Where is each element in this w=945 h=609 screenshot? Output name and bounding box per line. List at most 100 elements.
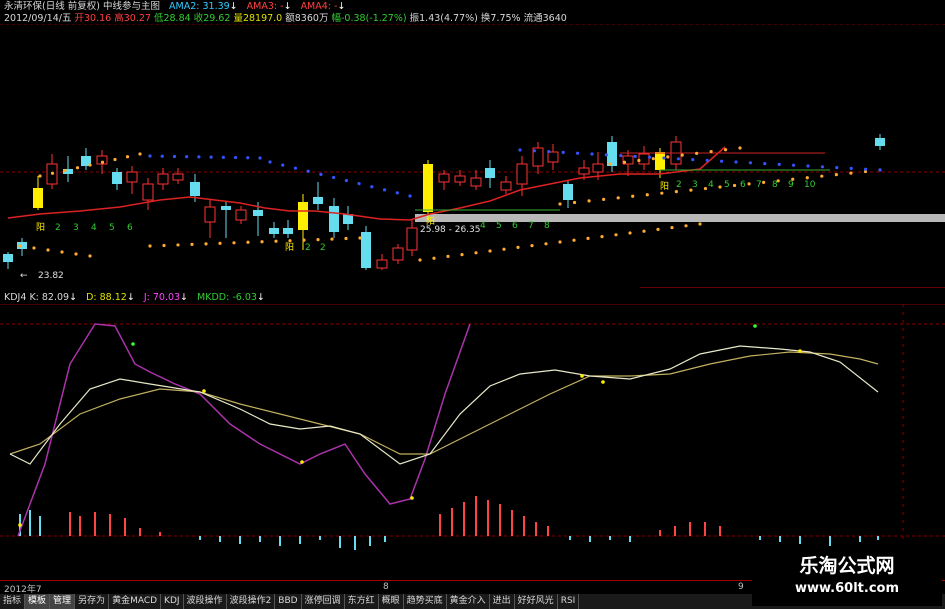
amplitude-value: 振1.43(4.77%) xyxy=(409,13,478,24)
sar-dot xyxy=(747,182,751,186)
sar-dot xyxy=(645,193,649,197)
count-label: 6 xyxy=(740,180,746,190)
sar-dot xyxy=(619,154,623,158)
sar-dot xyxy=(590,152,594,156)
sar-dot xyxy=(698,222,702,226)
sar-dot xyxy=(680,153,684,157)
count-labels-d: 4 5 6 7 8 xyxy=(480,221,550,231)
sar-dot xyxy=(738,146,742,150)
sar-dot xyxy=(332,175,336,180)
down-arrow-icon: ↓ xyxy=(180,292,189,303)
candle-body xyxy=(283,228,293,234)
tab-band-operation[interactable]: 波段操作 xyxy=(184,594,227,609)
candle-body xyxy=(500,181,512,191)
tab-dongfanghong[interactable]: 东方红 xyxy=(345,594,379,609)
tab-trend-buy-bottom[interactable]: 趋势买底 xyxy=(404,594,447,609)
sar-dot xyxy=(488,249,492,253)
turnover-value: 换7.75% xyxy=(480,13,521,24)
sar-dot xyxy=(160,154,164,158)
close-price: 收29.62 xyxy=(193,13,231,24)
candle-body xyxy=(578,167,590,175)
yang-mark: 阳 xyxy=(36,222,45,233)
candle-body xyxy=(269,228,279,234)
candlestick-chart[interactable]: 23.82 ← 25.98 - 26.35 阳 阳 阳 阳 2 3 4 5 6 … xyxy=(0,24,945,288)
tab-gold-macd[interactable]: 黄金MACD xyxy=(109,594,162,609)
sar-dot xyxy=(572,238,576,242)
kdj-k-line xyxy=(9,345,879,465)
sar-dot xyxy=(633,154,637,158)
candle-body xyxy=(592,163,604,173)
sar-dot xyxy=(60,250,64,254)
candle-group xyxy=(3,134,885,270)
count-label: 5 xyxy=(496,221,502,231)
candle-body xyxy=(361,232,371,268)
sar-dot xyxy=(703,186,708,191)
candle-body xyxy=(516,163,528,185)
count-label: 2 xyxy=(55,223,61,233)
sar-dot xyxy=(358,236,362,240)
candle-body xyxy=(313,197,323,204)
tab-good-scenery[interactable]: 好好风光 xyxy=(515,594,558,609)
tab-save-as[interactable]: 另存为 xyxy=(75,594,110,609)
sar-dot xyxy=(820,174,824,178)
tab-template[interactable]: 模板 xyxy=(25,594,51,609)
quote-header-line2: 2012/09/14/五 开30.16 高30.27 低28.84 收29.62… xyxy=(4,13,567,24)
sar-dot xyxy=(281,163,285,167)
candle-body xyxy=(376,259,388,269)
count-label: 3 xyxy=(692,180,698,190)
main-indicator-name[interactable]: 中线参与主图 xyxy=(103,1,160,12)
down-arrow-icon: ↓ xyxy=(69,292,78,303)
sar-dot xyxy=(306,169,310,173)
sar-dot xyxy=(878,168,882,172)
cross-marker xyxy=(18,523,22,527)
sar-dot xyxy=(608,162,612,166)
kdj-j-value: J: 70.03 xyxy=(143,292,181,303)
tab-gold-entry[interactable]: 黄金介入 xyxy=(447,594,490,609)
sar-dot xyxy=(561,150,565,154)
tab-band-operation-2[interactable]: 波段操作2 xyxy=(227,594,276,609)
tab-indicator[interactable]: 指标 xyxy=(0,594,26,609)
kdj-indicator-name[interactable]: KDJ4 xyxy=(4,292,26,303)
ama4-value: AMA4: - xyxy=(300,1,338,12)
tab-bbd[interactable]: BBD xyxy=(275,594,302,609)
tab-kdj[interactable]: KDJ xyxy=(161,594,184,609)
kdj-k-value: K: 82.09 xyxy=(29,292,70,303)
tab-manage[interactable]: 管理 xyxy=(50,594,76,609)
sar-dot xyxy=(628,231,632,235)
sar-dot xyxy=(587,199,591,203)
sar-dot xyxy=(709,149,713,154)
sar-dot xyxy=(705,158,709,162)
sar-dot xyxy=(748,161,753,165)
yang-mark: 阳 xyxy=(285,242,294,253)
cross-marker xyxy=(798,349,802,353)
sar-dot xyxy=(204,242,208,246)
tab-rsi[interactable]: RSI xyxy=(558,594,580,609)
tab-gaiyan[interactable]: 概眼 xyxy=(379,594,404,609)
sar-dot xyxy=(834,173,838,177)
sar-dot xyxy=(418,258,422,262)
sar-dot xyxy=(32,246,36,250)
sar-dot xyxy=(662,156,666,160)
tab-limit-up-pullback[interactable]: 涨停回调 xyxy=(302,594,345,609)
sar-dot xyxy=(558,202,562,206)
sar-dot xyxy=(260,240,264,244)
sar-dot xyxy=(651,157,655,161)
sar-dot xyxy=(74,252,78,256)
sar-dot xyxy=(604,153,609,157)
sar-dot xyxy=(185,155,189,159)
sar-dot xyxy=(162,243,166,248)
mkdd-histogram xyxy=(19,496,879,550)
candle-body xyxy=(235,209,247,221)
candle-body xyxy=(875,138,885,146)
yang-mark: 阳 xyxy=(660,181,669,192)
tab-in-out[interactable]: 进出 xyxy=(490,594,515,609)
kdj-chart[interactable] xyxy=(0,304,945,579)
candle-body xyxy=(485,168,495,178)
count-label: 2 xyxy=(320,243,326,253)
candle-body xyxy=(142,183,154,201)
candle-body xyxy=(563,184,573,200)
sar-dot xyxy=(172,154,177,159)
count-label: 4 xyxy=(708,180,714,190)
count-label: 7 xyxy=(756,180,762,190)
candle-body xyxy=(3,254,13,262)
